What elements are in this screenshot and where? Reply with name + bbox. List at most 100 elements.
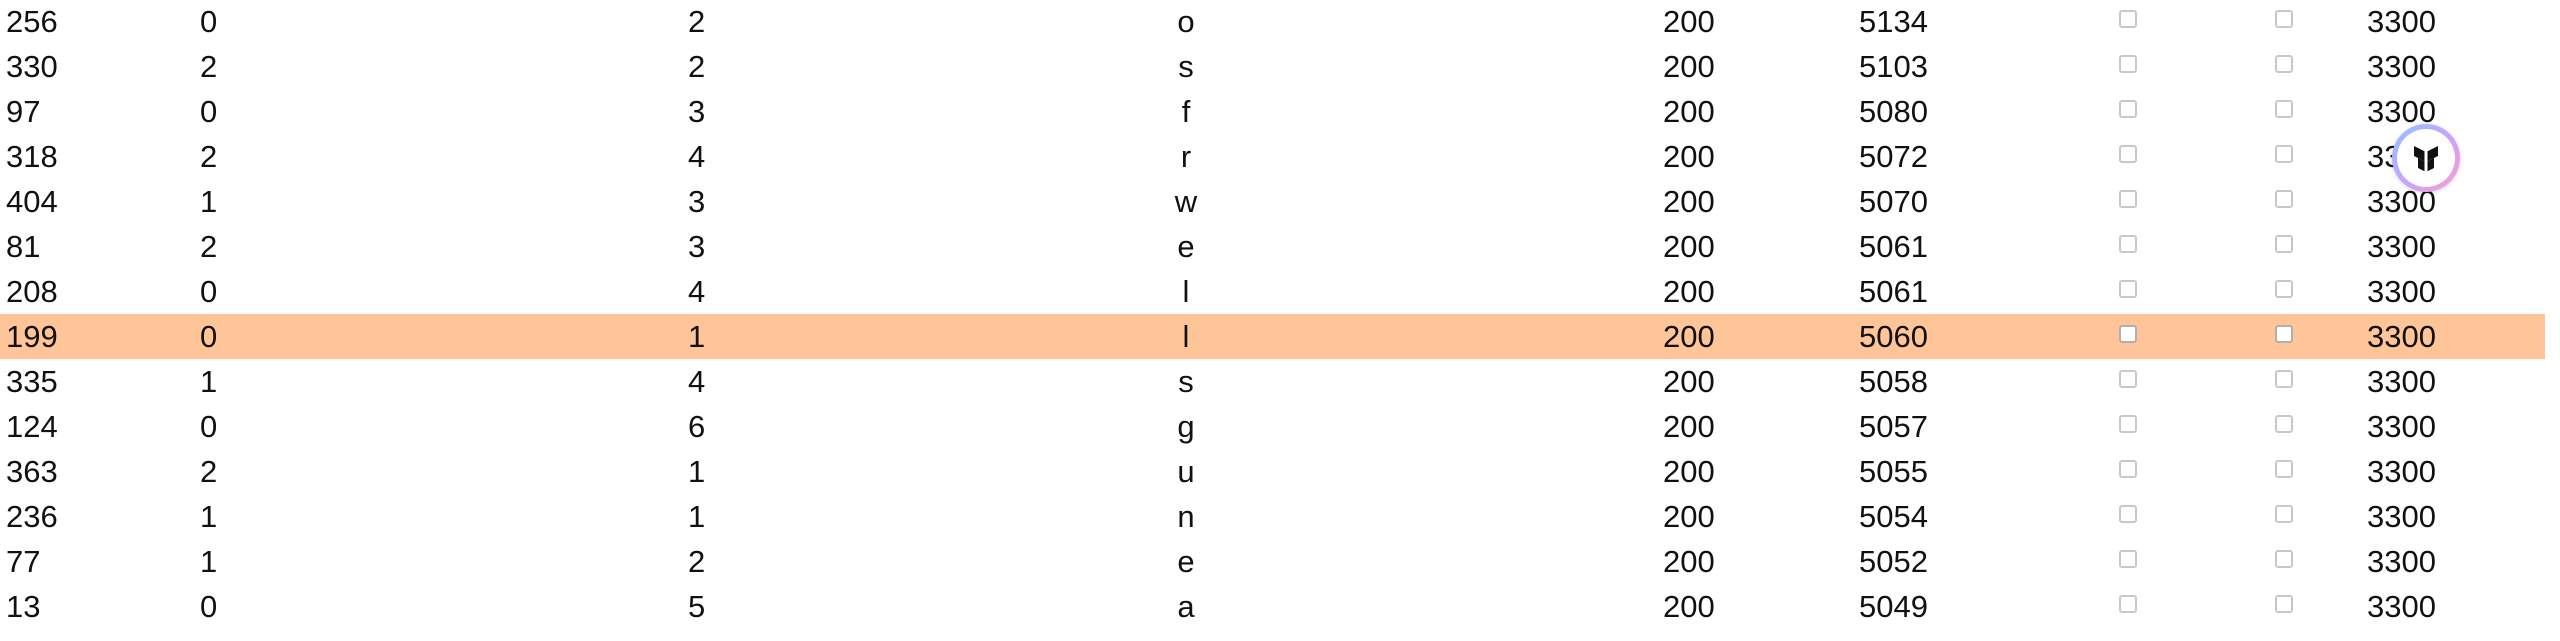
table-row[interactable]: 404 1 3 w 200 5070 3300: [0, 179, 2545, 224]
cell-id: 199: [6, 319, 58, 354]
row-checkbox-1[interactable]: [2119, 370, 2137, 388]
assistant-badge-icon[interactable]: [2392, 124, 2460, 192]
cell-id: 124: [6, 409, 58, 444]
row-checkbox-2[interactable]: [2275, 10, 2293, 28]
cell-status: 200: [1663, 364, 1715, 399]
cell-col-b: 4: [688, 139, 706, 174]
cell-status: 200: [1663, 319, 1715, 354]
cell-count: 5080: [1859, 94, 1928, 129]
cell-status: 200: [1663, 274, 1715, 309]
cell-col-a: 0: [200, 409, 218, 444]
table-row[interactable]: 363 2 1 u 200 5055 3300: [0, 449, 2545, 494]
row-checkbox-1[interactable]: [2119, 10, 2137, 28]
table-row[interactable]: 208 0 4 l 200 5061 3300: [0, 269, 2545, 314]
assistant-logo-glyph: [2414, 146, 2438, 174]
row-checkbox-2[interactable]: [2275, 325, 2293, 343]
cell-status: 200: [1663, 454, 1715, 489]
row-checkbox-1[interactable]: [2119, 100, 2137, 118]
cell-col-a: 2: [200, 49, 218, 84]
row-checkbox-2[interactable]: [2275, 280, 2293, 298]
row-checkbox-2[interactable]: [2275, 460, 2293, 478]
cell-value: 3300: [2367, 274, 2436, 309]
cell-col-b: 1: [688, 454, 706, 489]
table-row[interactable]: 124 0 6 g 200 5057 3300: [0, 404, 2545, 449]
row-checkbox-1[interactable]: [2119, 235, 2137, 253]
row-checkbox-1[interactable]: [2119, 415, 2137, 433]
cell-count: 5060: [1859, 319, 1928, 354]
cell-count: 5070: [1859, 184, 1928, 219]
row-checkbox-1[interactable]: [2119, 550, 2137, 568]
cell-id: 256: [6, 4, 58, 39]
row-checkbox-1[interactable]: [2119, 190, 2137, 208]
cell-col-a: 1: [200, 364, 218, 399]
cell-value: 3300: [2367, 364, 2436, 399]
row-checkbox-1[interactable]: [2119, 460, 2137, 478]
row-checkbox-2[interactable]: [2275, 370, 2293, 388]
cell-letter: n: [1177, 499, 1195, 534]
table-row[interactable]: 330 2 2 s 200 5103 3300: [0, 44, 2545, 89]
cell-letter: w: [1174, 184, 1198, 219]
table-row[interactable]: 335 1 4 s 200 5058 3300: [0, 359, 2545, 404]
cell-value: 3300: [2367, 4, 2436, 39]
cell-id: 330: [6, 49, 58, 84]
cell-count: 5134: [1859, 4, 1928, 39]
cell-id: 208: [6, 274, 58, 309]
cell-count: 5058: [1859, 364, 1928, 399]
cell-count: 5052: [1859, 544, 1928, 579]
row-checkbox-2[interactable]: [2275, 100, 2293, 118]
row-checkbox-1[interactable]: [2119, 325, 2137, 343]
cell-status: 200: [1663, 409, 1715, 444]
cell-col-a: 0: [200, 274, 218, 309]
cell-id: 77: [6, 544, 41, 579]
cell-col-a: 0: [200, 319, 218, 354]
row-checkbox-1[interactable]: [2119, 145, 2137, 163]
cell-letter: u: [1177, 454, 1195, 489]
table-row[interactable]: 97 0 3 f 200 5080 3300: [0, 89, 2545, 134]
row-checkbox-2[interactable]: [2275, 415, 2293, 433]
cell-count: 5057: [1859, 409, 1928, 444]
table-row-selected[interactable]: 199 0 1 l 200 5060 3300: [0, 314, 2545, 359]
row-checkbox-2[interactable]: [2275, 550, 2293, 568]
row-checkbox-1[interactable]: [2119, 595, 2137, 613]
cell-status: 200: [1663, 4, 1715, 39]
table-row[interactable]: 77 1 2 e 200 5052 3300: [0, 539, 2545, 584]
cell-value: 3300: [2367, 49, 2436, 84]
cell-letter: g: [1177, 409, 1195, 444]
row-checkbox-1[interactable]: [2119, 55, 2137, 73]
cell-id: 81: [6, 229, 41, 264]
cell-count: 5061: [1859, 229, 1928, 264]
cell-status: 200: [1663, 229, 1715, 264]
table-row[interactable]: 256 0 2 o 200 5134 3300: [0, 0, 2545, 44]
cell-id: 236: [6, 499, 58, 534]
cell-col-b: 4: [688, 364, 706, 399]
row-checkbox-2[interactable]: [2275, 55, 2293, 73]
row-checkbox-2[interactable]: [2275, 235, 2293, 253]
row-checkbox-1[interactable]: [2119, 505, 2137, 523]
cell-status: 200: [1663, 94, 1715, 129]
cell-status: 200: [1663, 139, 1715, 174]
cell-col-b: 5: [688, 589, 706, 624]
cell-col-b: 1: [688, 499, 706, 534]
table-row[interactable]: 236 1 1 n 200 5054 3300: [0, 494, 2545, 539]
cell-value: 3300: [2367, 319, 2436, 354]
data-table: 256 0 2 o 200 5134 3300 330 2 2 s 200 5103 3300 97 0 3 f 2…: [0, 0, 2560, 641]
row-checkbox-2[interactable]: [2275, 505, 2293, 523]
cell-value: 3300: [2367, 589, 2436, 624]
cell-letter: l: [1182, 274, 1190, 309]
row-checkbox-1[interactable]: [2119, 280, 2137, 298]
cell-letter: f: [1181, 94, 1191, 129]
cell-letter: r: [1180, 139, 1192, 174]
table-row[interactable]: 13 0 5 a 200 5049 3300: [0, 584, 2545, 629]
cell-col-b: 3: [688, 229, 706, 264]
row-checkbox-2[interactable]: [2275, 190, 2293, 208]
table-row[interactable]: 318 2 4 r 200 5072 33: [0, 134, 2545, 179]
cell-id: 318: [6, 139, 58, 174]
cell-col-b: 2: [688, 4, 706, 39]
cell-col-a: 1: [200, 499, 218, 534]
row-checkbox-2[interactable]: [2275, 145, 2293, 163]
table-row[interactable]: 81 2 3 e 200 5061 3300: [0, 224, 2545, 269]
row-checkbox-2[interactable]: [2275, 595, 2293, 613]
cell-value: 3300: [2367, 454, 2436, 489]
cell-letter: s: [1178, 364, 1194, 399]
cell-count: 5055: [1859, 454, 1928, 489]
